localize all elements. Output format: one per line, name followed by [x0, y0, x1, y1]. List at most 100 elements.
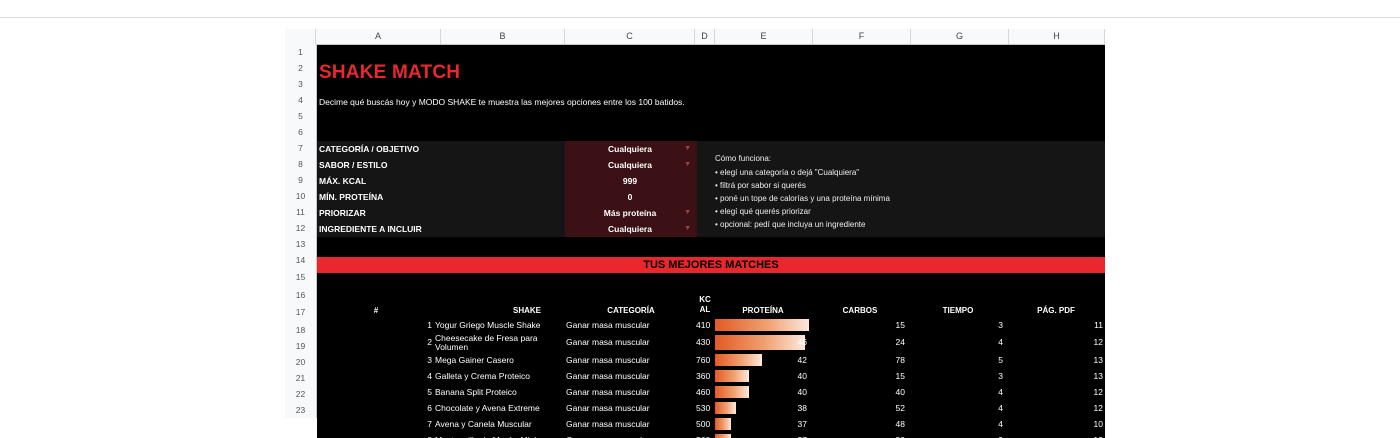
row-header-4[interactable]: 4	[285, 92, 316, 108]
sheet-grid: SHAKE MATCH Decime qué buscás hoy y MODO…	[317, 45, 1105, 438]
table-row[interactable]: 2 Cheesecake de Fresa para Volumen Ganar m…	[317, 333, 1105, 352]
filter-dropdown[interactable]: Cualquiera ▼	[565, 141, 697, 157]
filter-input[interactable]: 999	[565, 173, 697, 189]
column-header-e[interactable]: E	[715, 29, 813, 44]
filter-label: PRIORIZAR	[319, 208, 366, 218]
cell-carbs: 52	[895, 403, 905, 413]
filter-label: MÍN. PROTEÍNA	[319, 192, 384, 202]
how-line: • elegí una categoría o dejá "Cualquiera…	[715, 168, 860, 177]
table-row[interactable]: 6 Chocolate y Avena Extreme Ganar masa mus…	[317, 400, 1105, 416]
filter-value: Cualquiera	[608, 160, 652, 170]
header-protein[interactable]: PROTEÍNA	[715, 289, 811, 317]
row-header-7[interactable]: 7	[285, 140, 316, 156]
row-header-18[interactable]: 18	[285, 322, 316, 338]
row-header-6[interactable]: 6	[285, 124, 316, 140]
cell-pdf-page: 12	[1007, 432, 1103, 438]
row-header-14[interactable]: 14	[285, 252, 316, 268]
dropdown-arrow-icon[interactable]: ▼	[684, 141, 691, 156]
table-row[interactable]: 7 Avena y Canela Muscular Ganar masa muscu…	[317, 416, 1105, 432]
header-category[interactable]: CATEGORÍA	[565, 289, 697, 317]
how-line: • filtrá por sabor si querés	[715, 181, 806, 190]
cell-shake: Mantequilla de Maní y Miel	[435, 432, 565, 438]
cell-carbs: 15	[895, 320, 905, 330]
header-num[interactable]: #	[361, 289, 391, 317]
page-title: SHAKE MATCH	[319, 62, 461, 83]
cell-pdf-page: 12	[1093, 403, 1103, 413]
row-header-15[interactable]: 15	[285, 268, 316, 287]
cell-time: 3	[998, 371, 1003, 381]
filter-dropdown[interactable]: Cualquiera ▼	[565, 221, 697, 237]
table-row[interactable]: 3 Mega Gainer Casero Ganar masa muscular 76…	[317, 352, 1105, 368]
cell-shake: Banana Split Proteico	[435, 387, 517, 397]
cell-kcal: 430	[696, 337, 711, 347]
row-header-9[interactable]: 9	[285, 172, 316, 188]
column-headers: ABCDEFGH	[285, 29, 1105, 45]
cell-time: 4	[998, 419, 1003, 429]
header-pdf-page[interactable]: PÁG. PDF	[1007, 289, 1105, 317]
row-header-2[interactable]: 2	[285, 60, 316, 76]
filter-value: 999	[622, 176, 638, 186]
dropdown-arrow-icon[interactable]: ▼	[684, 221, 691, 236]
cell-category: Ganar masa muscular	[566, 355, 650, 365]
column-header-b[interactable]: B	[441, 29, 565, 44]
column-header-h[interactable]: H	[1009, 29, 1105, 44]
cell-carbs: 40	[895, 387, 905, 397]
column-header-f[interactable]: F	[813, 29, 911, 44]
table-row[interactable]: 5 Banana Split Proteico Ganar masa muscula…	[317, 384, 1105, 400]
cell-kcal: 360	[696, 371, 711, 381]
cell-rank: 3	[427, 355, 432, 365]
row-header-3[interactable]: 3	[285, 76, 316, 92]
row-header-12[interactable]: 12	[285, 220, 316, 236]
spreadsheet: ABCDEFGH 1 2 3 4 5 6 7 8 9 10 11 12 13 14 15 16 17 18 19 20…	[285, 29, 1105, 438]
row-header-19[interactable]: 19	[285, 338, 316, 354]
row-header-13[interactable]: 13	[285, 236, 316, 252]
cell-category: Ganar masa muscular	[566, 432, 698, 438]
how-title: Cómo funciona:	[715, 154, 772, 163]
cell-kcal: 460	[696, 387, 711, 397]
row-header-10[interactable]: 10	[285, 188, 316, 204]
row-header-1[interactable]: 1	[285, 44, 316, 60]
cell-protein: 38	[797, 403, 807, 413]
row-header-20[interactable]: 20	[285, 354, 316, 370]
header-carbs[interactable]: CARBOS	[811, 289, 909, 317]
column-header-a[interactable]: A	[316, 29, 441, 44]
column-header-d[interactable]: D	[695, 29, 715, 44]
cell-protein: 37	[715, 432, 807, 438]
cell-time: 3	[909, 432, 1003, 438]
header-time[interactable]: TIEMPO	[909, 289, 1007, 317]
cell-category: Ganar masa muscular	[566, 320, 650, 330]
cell-category: Ganar masa muscular	[566, 403, 650, 413]
cell-category: Ganar masa muscular	[566, 419, 650, 429]
filter-dropdown[interactable]: Más proteína ▼	[565, 205, 697, 221]
cell-protein: 42	[797, 355, 807, 365]
header-kcal[interactable]: KC AL	[695, 289, 715, 317]
row-header-23[interactable]: 23	[285, 402, 316, 418]
cell-rank: 8	[397, 432, 432, 438]
select-all-corner[interactable]	[285, 29, 316, 44]
row-header-5[interactable]: 5	[285, 108, 316, 124]
cell-time: 4	[998, 403, 1003, 413]
row-header-17[interactable]: 17	[285, 303, 316, 322]
column-header-c[interactable]: C	[565, 29, 695, 44]
row-header-22[interactable]: 22	[285, 386, 316, 402]
cell-time: 4	[998, 337, 1003, 347]
row-header-8[interactable]: 8	[285, 156, 316, 172]
row-header-16[interactable]: 16	[285, 287, 316, 303]
how-line: • elegí qué querés priorizar	[715, 207, 811, 216]
table-row[interactable]: 1 Yogur Griego Muscle Shake Ganar masa mus…	[317, 317, 1105, 333]
dropdown-arrow-icon[interactable]: ▼	[684, 205, 691, 220]
dropdown-arrow-icon[interactable]: ▼	[684, 157, 691, 172]
cell-rank: 7	[427, 419, 432, 429]
row-headers: 1 2 3 4 5 6 7 8 9 10 11 12 13 14 15 16 17 18 19 20 21 22 23	[285, 44, 317, 418]
table-row[interactable]: 4 Galleta y Crema Proteico Ganar masa musc…	[317, 368, 1105, 384]
cell-protein: 37	[797, 419, 807, 429]
table-row[interactable]: 8Mantequilla de Maní y MielGanar masa mu…	[317, 432, 1105, 438]
filter-dropdown[interactable]: Cualquiera ▼	[565, 157, 697, 173]
cell-pdf-page: 13	[1093, 371, 1103, 381]
row-header-11[interactable]: 11	[285, 204, 316, 220]
filter-input[interactable]: 0	[565, 189, 697, 205]
row-header-21[interactable]: 21	[285, 370, 316, 386]
cell-protein: 40	[797, 371, 807, 381]
cell-shake: Mega Gainer Casero	[435, 355, 514, 365]
column-header-g[interactable]: G	[911, 29, 1009, 44]
